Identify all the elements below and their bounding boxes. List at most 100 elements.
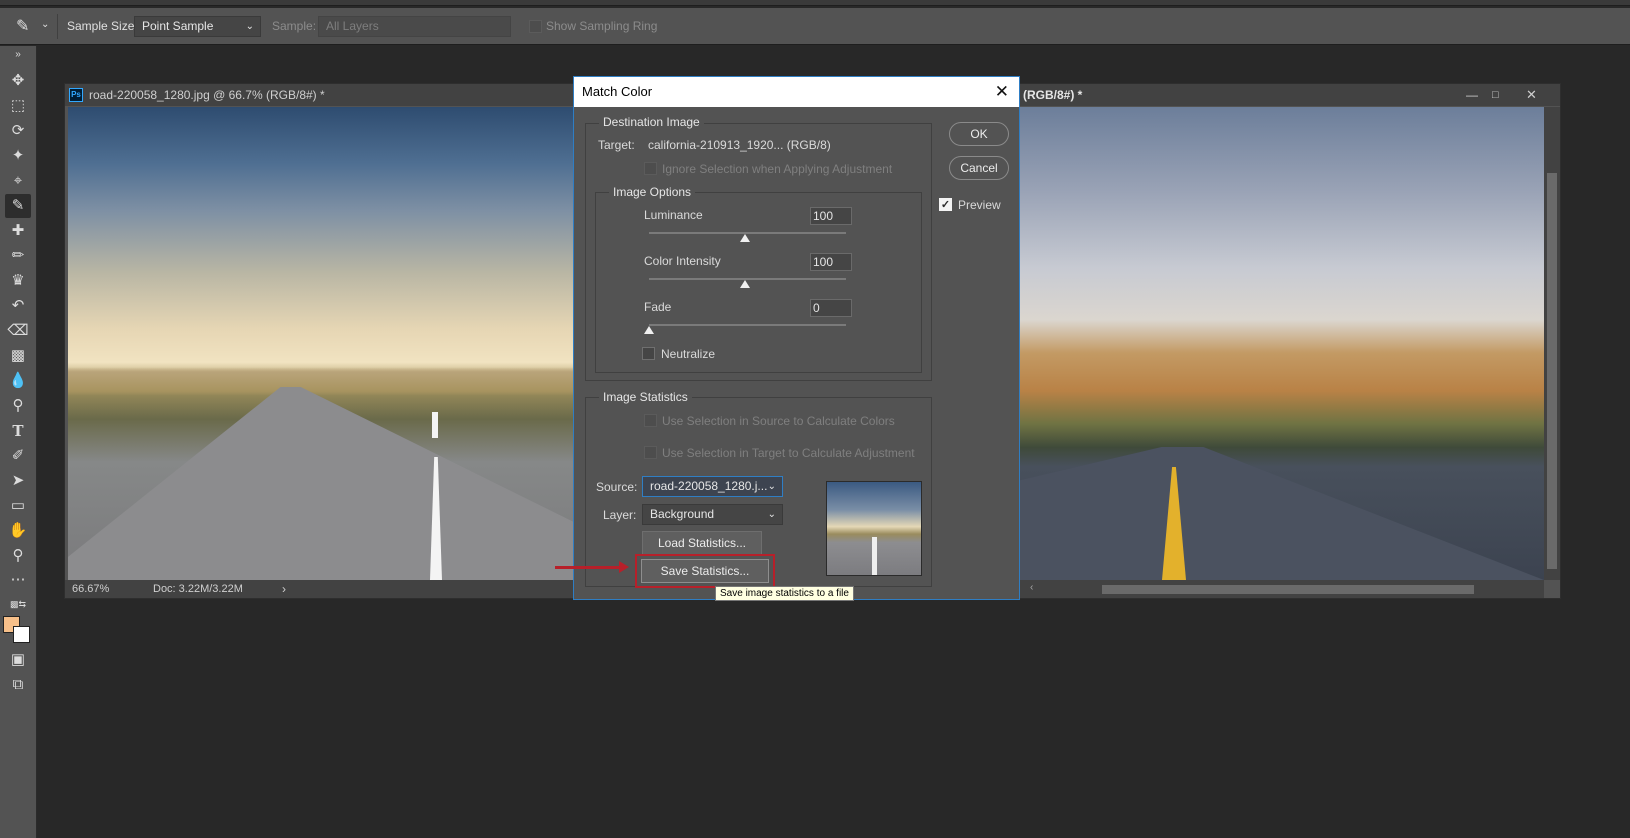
chevron-down-icon: ⌄ [767,509,776,520]
show-sampling-ring-label: Show Sampling Ring [546,19,658,33]
use-selection-target-checkbox[interactable] [644,446,657,459]
status-expand-icon[interactable]: › [282,580,286,598]
document-window-california: (RGB/8#) * — □ ✕ ‹ [1012,83,1561,599]
dialog-title: Match Color [582,84,653,99]
road-image-canvas[interactable] [68,107,574,580]
close-icon[interactable]: ✕ [1526,84,1537,106]
rectangle-tool-icon[interactable]: ▭ [5,494,31,518]
save-statistics-button[interactable]: Save Statistics... [641,559,769,583]
layer-label: Layer: [603,508,637,522]
layer-select[interactable]: Background ⌄ [642,504,783,525]
destination-image-title: Destination Image [599,115,704,129]
path-selection-tool-icon[interactable]: ➤ [5,469,31,493]
dialog-titlebar[interactable]: Match Color ✕ [574,77,1019,107]
road-surface [68,387,574,580]
eraser-tool-icon[interactable]: ⌫ [5,319,31,343]
color-intensity-label: Color Intensity [644,254,721,268]
neutralize-label: Neutralize [661,347,716,361]
scroll-thumb[interactable] [1547,173,1557,569]
california-image-canvas[interactable] [1020,107,1544,580]
hand-tool-icon[interactable]: ✋ [5,519,31,543]
healing-brush-tool-icon[interactable]: ✚ [5,219,31,243]
move-tool-icon[interactable]: ✥ [5,69,31,93]
document-title: road-220058_1280.jpg @ 66.7% (RGB/8#) * [89,88,325,102]
horizontal-scrollbar[interactable]: ‹ [1020,580,1544,598]
eyedropper-tool-preset-icon[interactable]: ✎ [16,16,29,36]
magic-wand-tool-icon[interactable]: ✦ [5,144,31,168]
doc-size-info: Doc: 3.22M/3.22M [153,583,243,595]
source-thumbnail [826,481,922,576]
fade-slider-thumb[interactable] [644,326,654,334]
load-statistics-button[interactable]: Load Statistics... [642,531,762,555]
ok-button[interactable]: OK [949,122,1009,146]
chevron-down-icon[interactable]: ⌄ [41,19,49,30]
source-label: Source: [596,480,638,494]
color-intensity-slider-thumb[interactable] [740,280,750,288]
document-title: (RGB/8#) * [1023,88,1083,102]
sample-size-value: Point Sample [142,19,214,33]
marquee-tool-icon[interactable]: ⬚ [5,94,31,118]
blur-tool-icon[interactable]: 💧 [5,369,31,393]
more-tools-icon[interactable]: ⋯ [5,568,31,592]
window-top-strip [0,0,1630,6]
image-options-title: Image Options [609,185,696,199]
annotation-arrow-head [619,561,629,573]
source-value: road-220058_1280.j... [650,479,768,493]
photoshop-file-icon: Ps [69,88,83,102]
type-tool-icon[interactable]: T [5,419,31,443]
ignore-selection-label: Ignore Selection when Applying Adjustmen… [662,162,893,176]
use-selection-target-label: Use Selection in Target to Calculate Adj… [662,446,915,460]
history-brush-tool-icon[interactable]: ↶ [5,294,31,318]
zoom-tool-icon[interactable]: ⚲ [5,544,31,568]
document-tab-california[interactable]: (RGB/8#) * — □ ✕ [1013,84,1560,106]
source-select[interactable]: road-220058_1280.j... ⌄ [642,476,783,497]
minimize-icon[interactable]: — [1466,84,1478,106]
annotation-arrow-shaft [555,566,621,569]
maximize-icon[interactable]: □ [1492,84,1499,106]
color-intensity-input[interactable]: 100 [810,253,852,271]
stamp-tool-icon[interactable]: ♛ [5,269,31,293]
road-center-dash [432,412,438,438]
options-separator [57,14,58,39]
match-color-dialog: Match Color ✕ Destination Image Target: … [573,76,1020,600]
screen-mode-icon[interactable]: ⧉ [5,673,31,697]
eyedropper-tool-icon[interactable]: ✎ [5,194,31,218]
document-tab-road[interactable]: Ps road-220058_1280.jpg @ 66.7% (RGB/8#)… [65,84,575,106]
preview-label: Preview [958,198,1001,212]
panel-collapse-icon[interactable]: » [5,43,31,67]
brush-tool-icon[interactable]: ✏ [5,244,31,268]
luminance-slider-thumb[interactable] [740,234,750,242]
lasso-tool-icon[interactable]: ⟳ [5,119,31,143]
fade-slider-track[interactable] [649,324,846,326]
close-icon[interactable]: ✕ [995,77,1009,107]
show-sampling-ring-checkbox[interactable] [529,20,542,33]
sample-size-select[interactable]: Point Sample ⌄ [134,16,261,37]
default-colors-icon[interactable]: ▩⇆ [5,592,31,616]
fade-label: Fade [644,300,672,314]
dodge-tool-icon[interactable]: ⚲ [5,394,31,418]
sample-select[interactable]: All Layers [318,16,511,37]
fade-input[interactable]: 0 [810,299,852,317]
ignore-selection-checkbox[interactable] [644,162,657,175]
gradient-tool-icon[interactable]: ▩ [5,344,31,368]
road-surface [1020,447,1544,580]
sample-size-label: Sample Size: [67,19,138,33]
scroll-thumb[interactable] [1102,585,1474,594]
scroll-left-icon[interactable]: ‹ [1030,582,1033,593]
thumbnail-road-line [872,537,877,575]
luminance-input[interactable]: 100 [810,207,852,225]
use-selection-source-checkbox[interactable] [644,414,657,427]
quick-mask-icon[interactable]: ▣ [5,648,31,672]
use-selection-source-label: Use Selection in Source to Calculate Col… [662,414,895,428]
background-color-swatch[interactable] [13,626,30,643]
neutralize-checkbox[interactable] [642,347,655,360]
zoom-level[interactable]: 66.67% [72,580,109,598]
crop-tool-icon[interactable]: ⌖ [5,169,31,193]
vertical-scrollbar[interactable] [1544,107,1560,580]
luminance-label: Luminance [644,208,703,222]
options-bar: ✎ ⌄ Sample Size: Point Sample ⌄ Sample: … [0,8,1630,45]
chevron-down-icon: ⌄ [245,21,254,32]
preview-checkbox[interactable]: ✓ [939,198,952,211]
cancel-button[interactable]: Cancel [949,156,1009,180]
pen-tool-icon[interactable]: ✐ [5,444,31,468]
